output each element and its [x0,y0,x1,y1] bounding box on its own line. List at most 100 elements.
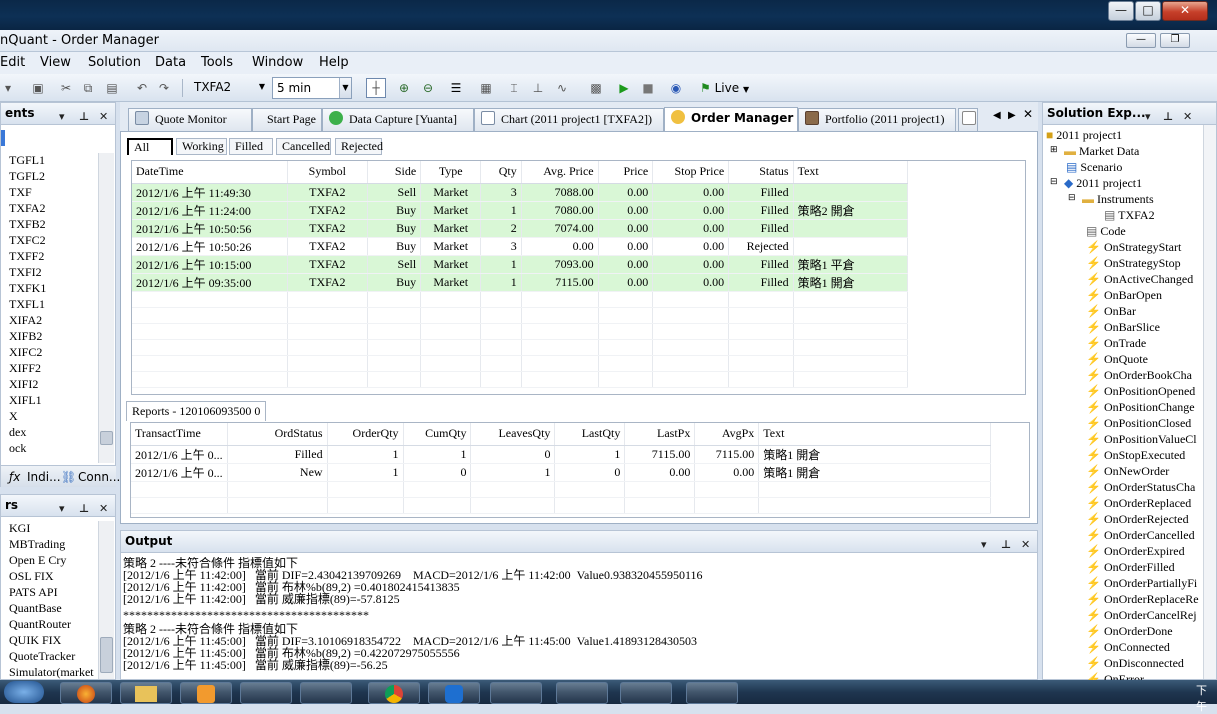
tree-node-event[interactable]: ⚡ OnBarOpen [1086,288,1162,303]
pin-icon[interactable]: ⊥ [1163,106,1173,127]
tree-node-event[interactable]: ⚡ OnDisconnected [1086,656,1184,671]
table-row[interactable]: 2012/1/6 上午 11:24:00 TXFA2 Buy Market 1 7080.… [132,201,909,220]
tree-node-instrument[interactable]: ▤ TXFA2 [1104,208,1155,223]
list-item[interactable]: MBTrading [9,537,65,552]
col-last-qty[interactable]: LastQty [554,423,626,446]
list-item[interactable]: TXFF2 [9,249,44,264]
solution-scrollbar[interactable] [1203,125,1216,679]
dropdown-arrow-icon[interactable]: ▾ [0,80,16,96]
instrument-select[interactable]: TXFA2 ▼ [190,77,268,99]
media-player-icon[interactable] [180,682,232,704]
list-item[interactable]: TXFA2 [9,201,45,216]
tree-node-event[interactable]: ⚡ OnPositionChange [1086,400,1195,415]
filter-tab-all[interactable]: All [127,138,173,155]
tree-node-event[interactable]: ⚡ OnNewOrder [1086,464,1169,479]
menu-view[interactable]: View [40,55,71,70]
list-item[interactable]: XIFF2 [9,361,41,376]
col-datetime[interactable]: DateTime [132,161,288,184]
menu-solution[interactable]: Solution [88,55,141,70]
calculator-icon[interactable] [300,682,352,704]
mdi-restore-button[interactable]: ❐ [1160,33,1190,48]
globe-icon[interactable]: ◉ [668,80,684,96]
copy-icon[interactable]: ⧉ [80,80,96,96]
list-item[interactable]: TGFL2 [9,169,45,184]
list-item[interactable]: X [9,409,18,424]
filter-tab-rejected[interactable]: Rejected [335,138,383,155]
mdi-minimize-button[interactable]: — [1126,33,1156,48]
indicators-tab[interactable]: Indi... [27,466,61,488]
tab-quote-monitor[interactable]: Quote Monitor [128,108,252,131]
list-item[interactable]: QuantRouter [9,617,71,632]
tree-node-event[interactable]: ⚡ OnBarSlice [1086,320,1160,335]
menu-edit[interactable]: Edit [0,55,25,70]
tree-node-scenario[interactable]: ▤ Scenario [1066,160,1122,175]
firefox-icon[interactable] [60,682,112,704]
zoom-out-icon[interactable]: ⊖ [420,80,436,96]
menu-window[interactable]: Window [252,55,303,70]
start-button[interactable] [4,681,44,703]
list-item[interactable]: TXFI2 [9,265,42,280]
crosshair-icon[interactable]: ┼ [366,78,386,98]
tree-node-project-strategy[interactable]: ◆ 2011 project1 [1064,176,1142,191]
scrollbar-thumb[interactable] [100,431,113,445]
list-item[interactable]: XIFL1 [9,393,42,408]
col-ord-status[interactable]: OrdStatus [227,423,328,446]
tree-node-event[interactable]: ⚡ OnOrderFilled [1086,560,1175,575]
calendar-icon[interactable]: ▩ [588,80,604,96]
provider-list[interactable]: KGI MBTrading Open E Cry OSL FIX PATS API Qua… [1,521,99,679]
dropdown-arrow-icon[interactable]: ▾ [981,534,987,555]
cut-icon[interactable]: ✂ [58,80,74,96]
tree-node-event[interactable]: ⚡ OnStrategyStop [1086,256,1181,271]
line-chart-icon[interactable]: ∿ [554,80,570,96]
col-last-px[interactable]: LastPx [624,423,696,446]
table-row[interactable]: 2012/1/6 上午 0... Filled 1 1 0 1 7115.00 7115.00… [131,445,991,464]
tree-node-event[interactable]: ⚡ OnBar [1086,304,1136,319]
list-icon[interactable]: ☰ [448,80,464,96]
minimize-button[interactable]: — [1108,1,1134,21]
table-row[interactable]: 2012/1/6 上午 10:50:56 TXFA2 Buy Market 2 7074.… [132,219,909,238]
list-item[interactable]: TXFB2 [9,217,46,232]
list-item[interactable]: QUIK FIX [9,633,61,648]
list-item[interactable]: KGI [9,521,30,536]
tree-node-market-data[interactable]: ▬ Market Data [1064,144,1139,159]
list-item[interactable]: XIFB2 [9,329,42,344]
list-item[interactable]: XIFA2 [9,313,42,328]
tree-node-event[interactable]: ⚡ OnPositionOpened [1086,384,1195,399]
grid-icon[interactable]: ▦ [478,80,494,96]
list-item[interactable]: PATS API [9,585,58,600]
collapse-icon[interactable]: ⊟ [1068,192,1076,203]
filter-tab-filled[interactable]: Filled [229,138,273,155]
col-avg-px[interactable]: AvgPx [694,423,760,446]
tree-node-event[interactable]: ⚡ OnStrategyStart [1086,240,1181,255]
connections-tab[interactable]: Conn... [78,466,120,488]
pin-icon[interactable]: ⊥ [79,106,89,127]
table-row[interactable]: 2012/1/6 上午 09:35:00 TXFA2 Buy Market 1 7115.… [132,273,909,292]
tree-node-project[interactable]: ■ 2011 project1 [1046,128,1122,143]
tree-node-event[interactable]: ⚡ OnOrderReplaceRe [1086,592,1199,607]
tab-data-capture[interactable]: Data Capture [Yuanta] [322,108,474,131]
list-item[interactable]: OSL FIX [9,569,54,584]
live-mode-button[interactable]: ⚑ Live ▼ [700,79,749,97]
zoom-in-icon[interactable]: ⊕ [396,80,412,96]
list-item[interactable]: Open E Cry [9,553,66,568]
expand-icon[interactable]: ⊞ [1050,144,1058,155]
list-item[interactable]: dex [9,425,26,440]
instrument-list-scrollbar[interactable] [98,153,114,463]
col-qty[interactable]: Qty [480,161,522,184]
scroll-left-icon[interactable]: ◀ [993,110,1001,121]
tree-node-event[interactable]: ⚡ OnOrderCancelRej [1086,608,1197,623]
list-item[interactable]: QuantBase [9,601,62,616]
teamviewer-icon[interactable] [428,682,480,704]
col-report-text[interactable]: Text [758,423,991,446]
list-item[interactable]: TXFC2 [9,233,46,248]
tree-node-event[interactable]: ⚡ OnOrderDone [1086,624,1173,639]
col-transact-time[interactable]: TransactTime [131,423,228,446]
paste-icon[interactable]: ▤ [104,80,120,96]
redo-icon[interactable]: ↷ [156,80,172,96]
filter-tab-working[interactable]: Working [176,138,227,155]
tab-chart[interactable]: Chart (2011 project1 [TXFA2]) [474,108,664,131]
orders-grid[interactable]: DateTime Symbol Side Type Qty Avg. Price… [131,160,1026,395]
menu-help[interactable]: Help [319,55,349,70]
col-leaves-qty[interactable]: LeavesQty [470,423,556,446]
col-order-qty[interactable]: OrderQty [327,423,404,446]
